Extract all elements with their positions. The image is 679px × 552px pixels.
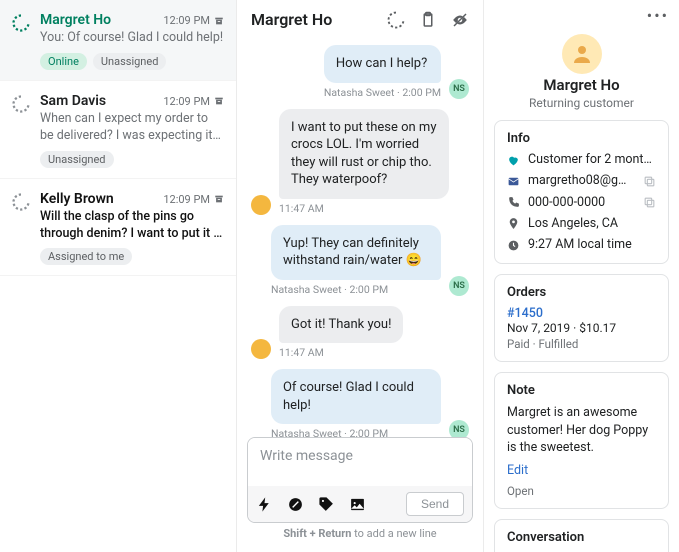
conversation-tags: Assigned to me xyxy=(40,248,224,265)
composer-area: Send Shift + Return to add a new line xyxy=(237,437,483,552)
agent-avatar: NS xyxy=(449,420,469,437)
agent-avatar: NS xyxy=(449,276,469,296)
avatar xyxy=(562,34,602,74)
message-meta: Natasha Sweet · 2:00 PM xyxy=(271,427,441,437)
spinner-icon xyxy=(12,12,30,70)
info-card: Info Customer for 2 months margretho08@g… xyxy=(494,120,669,264)
composer-hint: Shift + Return to add a new line xyxy=(247,523,473,548)
conversation-preview: You: Of course! Glad I could help! xyxy=(40,30,224,47)
info-tenure: Customer for 2 months xyxy=(507,152,656,168)
bolt-icon[interactable] xyxy=(256,496,273,513)
note-edit-link[interactable]: Edit xyxy=(507,463,656,478)
conversation-time: 12:09 PM xyxy=(163,95,224,108)
orders-title: Orders xyxy=(507,285,656,300)
chat-title: Margret Ho xyxy=(251,10,332,29)
order-date-total: Nov 7, 2019 · $10.17 xyxy=(507,321,656,335)
image-icon[interactable] xyxy=(349,496,366,513)
message-meta: Natasha Sweet · 2:00 PM xyxy=(324,86,441,99)
info-email: margretho08@gma… xyxy=(507,173,656,189)
conversation-name: Sam Davis xyxy=(40,93,106,109)
tag: Unassigned xyxy=(93,53,167,70)
message-bubble: Got it! Thank you! xyxy=(279,306,403,344)
clipboard-icon[interactable] xyxy=(419,11,437,29)
discount-icon[interactable] xyxy=(287,496,304,513)
chat-header-actions xyxy=(387,11,469,29)
conversation-list-item[interactable]: Sam Davis 12:09 PM When can I expect my … xyxy=(0,81,236,179)
message-bubble: I want to put these on my crocs LOL. I'm… xyxy=(279,109,449,199)
message: NS Yup! They can definitely withstand ra… xyxy=(251,225,469,296)
agent-avatar: NS xyxy=(449,79,469,99)
chat-panel: Margret Ho NS How can I help? Natasha Sw… xyxy=(237,0,484,552)
copy-phone-icon[interactable] xyxy=(643,196,656,209)
conversation-name: Kelly Brown xyxy=(40,191,114,207)
conversation-card: Conversation Facebook Created October 19… xyxy=(494,519,669,552)
conversation-name: Margret Ho xyxy=(40,12,111,28)
message-meta: 11:47 AM xyxy=(279,346,403,359)
order-status: Paid · Fulfilled xyxy=(507,337,656,351)
conversation-tags: Unassigned xyxy=(40,151,224,168)
info-title: Info xyxy=(507,131,656,146)
message-bubble: Of course! Glad I could help! xyxy=(271,369,441,424)
conversation-tags: Online Unassigned xyxy=(40,53,224,70)
customer-avatar xyxy=(251,195,271,215)
conversation-list: Margret Ho 12:09 PM You: Of course! Glad… xyxy=(0,0,237,552)
message-input[interactable] xyxy=(248,438,472,482)
note-title: Note xyxy=(507,383,656,398)
tag: Unassigned xyxy=(40,151,114,168)
composer: Send xyxy=(247,437,473,523)
send-button[interactable]: Send xyxy=(406,492,464,516)
conversation-title: Conversation xyxy=(507,530,656,545)
tag: Assigned to me xyxy=(40,248,132,265)
more-icon[interactable]: ••• xyxy=(647,8,669,24)
message: Got it! Thank you! 11:47 AM xyxy=(251,306,469,360)
note-text: Margret is an awesome customer! Her dog … xyxy=(507,404,656,457)
spinner-icon xyxy=(12,93,30,168)
conversation-list-item[interactable]: Kelly Brown 12:09 PM Will the clasp of t… xyxy=(0,179,236,277)
customer-avatar xyxy=(251,339,271,359)
chat-messages: NS How can I help? Natasha Sweet · 2:00 … xyxy=(237,39,483,437)
tag: Online xyxy=(40,53,87,70)
message-bubble: Yup! They can definitely withstand rain/… xyxy=(271,225,441,280)
tag-icon[interactable] xyxy=(318,496,335,513)
composer-toolbar: Send xyxy=(248,486,472,522)
spinner-icon xyxy=(12,191,30,266)
note-card: Note Margret is an awesome customer! Her… xyxy=(494,372,669,509)
conversation-preview: Will the clasp of the pins go through de… xyxy=(40,209,224,243)
info-phone: 000-000-0000 xyxy=(507,195,656,211)
composer-icons xyxy=(256,496,366,513)
conversation-time: 12:09 PM xyxy=(163,193,224,206)
chat-header: Margret Ho xyxy=(237,0,483,39)
message: NS Of course! Glad I could help! Natasha… xyxy=(251,369,469,437)
customer-name: Margret Ho xyxy=(543,76,619,94)
message: I want to put these on my crocs LOL. I'm… xyxy=(251,109,469,215)
customer-profile: Margret Ho Returning customer xyxy=(494,34,669,110)
note-open: Open xyxy=(507,484,656,498)
copy-email-icon[interactable] xyxy=(643,175,656,188)
conversation-preview: When can I expect my order to be deliver… xyxy=(40,111,224,145)
conversation-list-item[interactable]: Margret Ho 12:09 PM You: Of course! Glad… xyxy=(0,0,236,81)
message-bubble: How can I help? xyxy=(324,45,441,83)
visibility-off-icon[interactable] xyxy=(451,11,469,29)
message: NS How can I help? Natasha Sweet · 2:00 … xyxy=(251,45,469,99)
orders-card: Orders #1450 Nov 7, 2019 · $10.17 Paid ·… xyxy=(494,274,669,362)
info-location: Los Angeles, CA xyxy=(507,216,656,232)
order-link[interactable]: #1450 xyxy=(507,306,656,321)
spinner-icon[interactable] xyxy=(387,11,405,29)
info-localtime: 9:27 AM local time xyxy=(507,237,656,253)
message-meta: 11:47 AM xyxy=(279,202,449,215)
conversation-time: 12:09 PM xyxy=(163,14,224,27)
customer-sidebar: ••• Margret Ho Returning customer Info C… xyxy=(484,0,679,552)
message-meta: Natasha Sweet · 2:00 PM xyxy=(271,283,441,296)
customer-subtitle: Returning customer xyxy=(529,96,634,110)
